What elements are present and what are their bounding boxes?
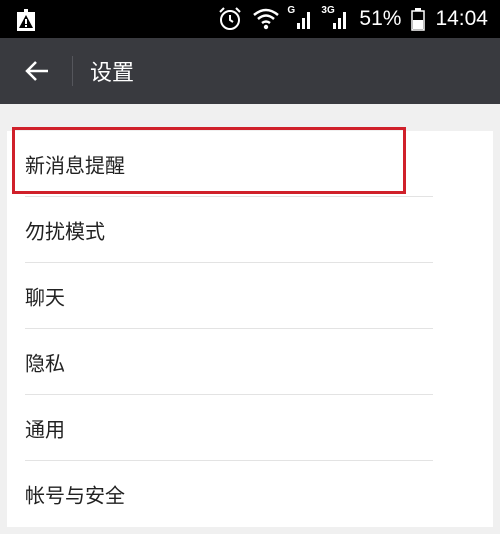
settings-item-label: 新消息提醒 xyxy=(25,153,125,178)
back-arrow-icon[interactable] xyxy=(24,58,50,84)
status-bar: G 3G 51% 14:04 xyxy=(0,0,500,38)
settings-item-account-security[interactable]: 帐号与安全 xyxy=(7,461,493,527)
signal-g-indicator: G xyxy=(287,5,313,31)
signal-3g-indicator: 3G xyxy=(321,5,349,31)
settings-item-do-not-disturb[interactable]: 勿扰模式 xyxy=(7,197,493,263)
settings-item-general[interactable]: 通用 xyxy=(7,395,493,461)
alarm-icon xyxy=(217,6,243,32)
settings-item-new-message-notification[interactable]: 新消息提醒 xyxy=(7,131,493,197)
settings-item-label: 帐号与安全 xyxy=(25,483,125,508)
wifi-icon xyxy=(253,8,280,30)
settings-item-privacy[interactable]: 隐私 xyxy=(7,329,493,395)
settings-item-chat[interactable]: 聊天 xyxy=(7,263,493,329)
battery-percentage: 51% xyxy=(359,7,402,30)
settings-item-label: 隐私 xyxy=(25,351,65,376)
settings-list: 新消息提醒 勿扰模式 聊天 隐私 通用 帐号与安全 xyxy=(7,131,493,527)
battery-icon xyxy=(411,7,426,31)
clock: 14:04 xyxy=(435,7,488,30)
settings-item-label: 聊天 xyxy=(25,285,65,310)
action-bar: 设置 xyxy=(0,38,500,104)
network-type-label: G xyxy=(287,5,296,16)
warning-notification-icon xyxy=(14,6,38,32)
network-type-label: 3G xyxy=(321,5,335,16)
action-bar-divider xyxy=(72,56,73,86)
page-title: 设置 xyxy=(90,61,135,86)
settings-item-label: 勿扰模式 xyxy=(25,219,105,244)
settings-item-label: 通用 xyxy=(25,417,65,442)
